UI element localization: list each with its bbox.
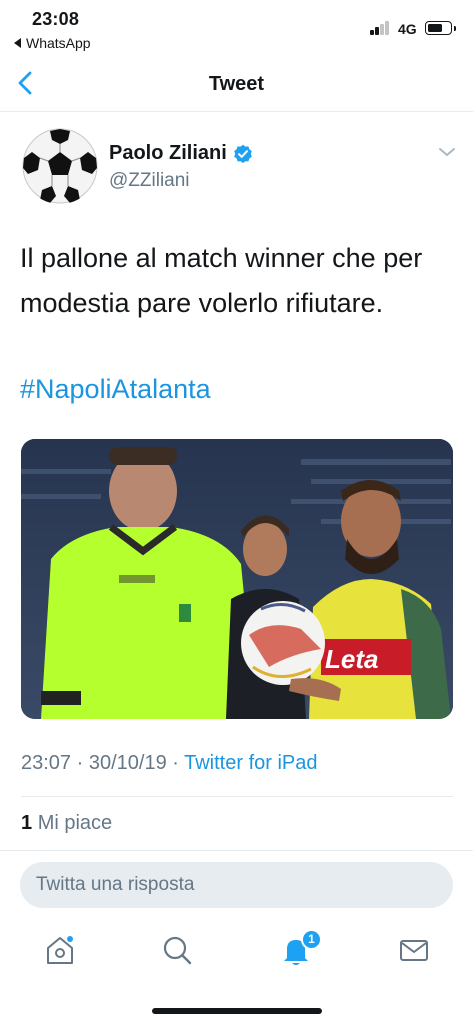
- sponsor-text: Leta: [325, 644, 378, 674]
- notifications-badge: 1: [301, 929, 322, 950]
- tweet-source-link[interactable]: Twitter for iPad: [184, 752, 317, 774]
- likes-count: 1: [21, 812, 33, 834]
- chevron-down-icon[interactable]: [437, 145, 457, 159]
- battery-fill: [428, 24, 442, 32]
- likes-link[interactable]: 1 Mi piace: [21, 812, 112, 835]
- back-app-label: WhatsApp: [26, 35, 91, 51]
- meta-separator: ·: [71, 752, 89, 774]
- verified-badge-icon: [233, 144, 252, 163]
- divider: [0, 850, 473, 851]
- home-indicator[interactable]: [152, 1008, 322, 1014]
- status-time: 23:08: [32, 9, 80, 29]
- reply-input[interactable]: Twitta una risposta: [20, 862, 453, 908]
- avatar[interactable]: [22, 128, 98, 204]
- search-icon[interactable]: [159, 932, 195, 968]
- status-bar: 23:08 WhatsApp 4G: [0, 0, 473, 56]
- tweet-text: Il pallone al match winner che per modes…: [20, 243, 423, 318]
- network-label: 4G: [398, 21, 417, 37]
- tweet-meta: 23:07 · 30/10/19 · Twitter for iPad: [21, 752, 318, 775]
- tweet-date: 30/10/19: [88, 752, 167, 774]
- signal-icon: [370, 21, 392, 35]
- page-title: Tweet: [208, 73, 265, 95]
- tweet-media-image[interactable]: Leta: [21, 439, 453, 719]
- messages-mail-icon[interactable]: [396, 932, 432, 968]
- author-name-text: Paolo Ziliani: [109, 142, 227, 164]
- hashtag-link[interactable]: #NapoliAtalanta: [20, 367, 211, 412]
- back-triangle-icon: [14, 38, 21, 48]
- home-icon[interactable]: [42, 932, 78, 968]
- nav-header: Tweet: [0, 56, 473, 112]
- tweet-time: 23:07: [21, 752, 72, 774]
- meta-separator: ·: [166, 752, 185, 774]
- likes-label: Mi piace: [37, 812, 113, 834]
- soccer-ball-icon: [22, 128, 98, 204]
- match-photo: Leta: [21, 439, 453, 719]
- author-name[interactable]: Paolo Ziliani: [109, 142, 253, 165]
- divider: [21, 796, 453, 797]
- battery-icon: [425, 21, 456, 35]
- back-to-app-link[interactable]: WhatsApp: [14, 35, 91, 51]
- author-handle[interactable]: @ZZiliani: [109, 170, 190, 192]
